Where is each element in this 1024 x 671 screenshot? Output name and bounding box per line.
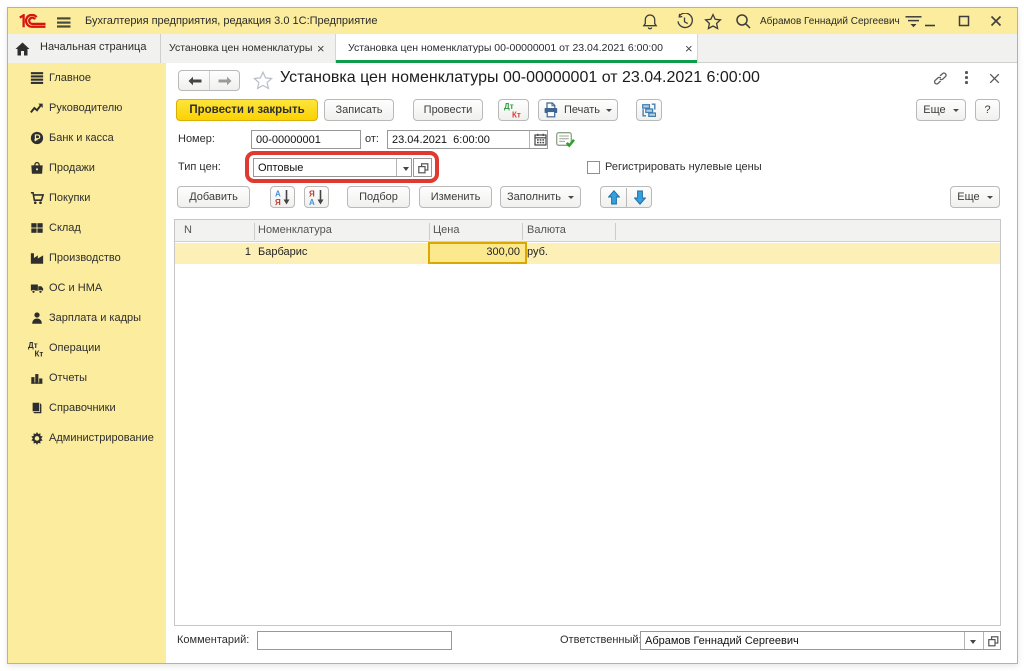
svg-text:Кт: Кт — [512, 111, 521, 120]
svg-text:А: А — [309, 198, 315, 205]
svg-text:Кт: Кт — [35, 350, 44, 358]
svg-text:Я: Я — [275, 198, 281, 205]
